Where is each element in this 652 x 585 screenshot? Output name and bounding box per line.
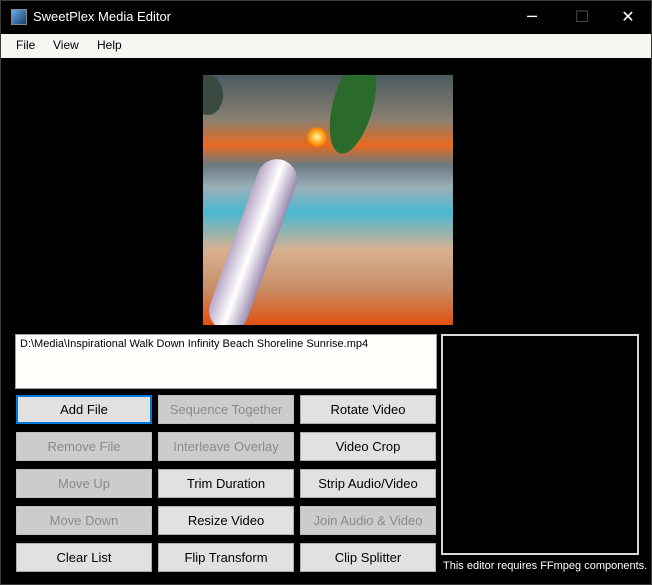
interleave-overlay-button: Interleave Overlay xyxy=(158,432,294,461)
flip-transform-button[interactable]: Flip Transform xyxy=(158,543,294,572)
sequence-together-button: Sequence Together xyxy=(158,395,294,424)
sun xyxy=(307,127,327,147)
remove-file-button: Remove File xyxy=(16,432,152,461)
ffmpeg-note: This editor requires FFmpeg components. xyxy=(443,560,648,572)
close-button[interactable]: ✕ xyxy=(605,1,651,34)
app-icon xyxy=(11,9,27,25)
minimize-button[interactable]: ─ xyxy=(509,1,555,34)
menu-bar: File View Help xyxy=(1,34,651,58)
palm-leaf xyxy=(320,75,386,159)
menu-view[interactable]: View xyxy=(53,38,79,52)
clear-list-button[interactable]: Clear List xyxy=(16,543,152,572)
title-bar: SweetPlex Media Editor ─ ☐ ✕ xyxy=(1,1,651,34)
move-up-button: Move Up xyxy=(16,469,152,498)
resize-video-button[interactable]: Resize Video xyxy=(158,506,294,535)
video-crop-button[interactable]: Video Crop xyxy=(300,432,436,461)
video-preview-image xyxy=(203,75,453,325)
trim-duration-button[interactable]: Trim Duration xyxy=(158,469,294,498)
palm-leaf xyxy=(203,75,223,115)
file-list[interactable]: D:\Media\Inspirational Walk Down Infinit… xyxy=(15,334,437,389)
secondary-preview-panel xyxy=(441,334,639,555)
path xyxy=(203,153,303,325)
menu-help[interactable]: Help xyxy=(97,38,122,52)
add-file-button[interactable]: Add File xyxy=(16,395,152,424)
file-list-item[interactable]: D:\Media\Inspirational Walk Down Infinit… xyxy=(20,338,432,350)
clip-splitter-button[interactable]: Clip Splitter xyxy=(300,543,436,572)
join-audio-video-button: Join Audio & Video xyxy=(300,506,436,535)
maximize-button[interactable]: ☐ xyxy=(559,1,605,34)
strip-audio-video-button[interactable]: Strip Audio/Video xyxy=(300,469,436,498)
menu-file[interactable]: File xyxy=(16,38,35,52)
move-down-button: Move Down xyxy=(16,506,152,535)
rotate-video-button[interactable]: Rotate Video xyxy=(300,395,436,424)
window-title: SweetPlex Media Editor xyxy=(33,9,172,24)
